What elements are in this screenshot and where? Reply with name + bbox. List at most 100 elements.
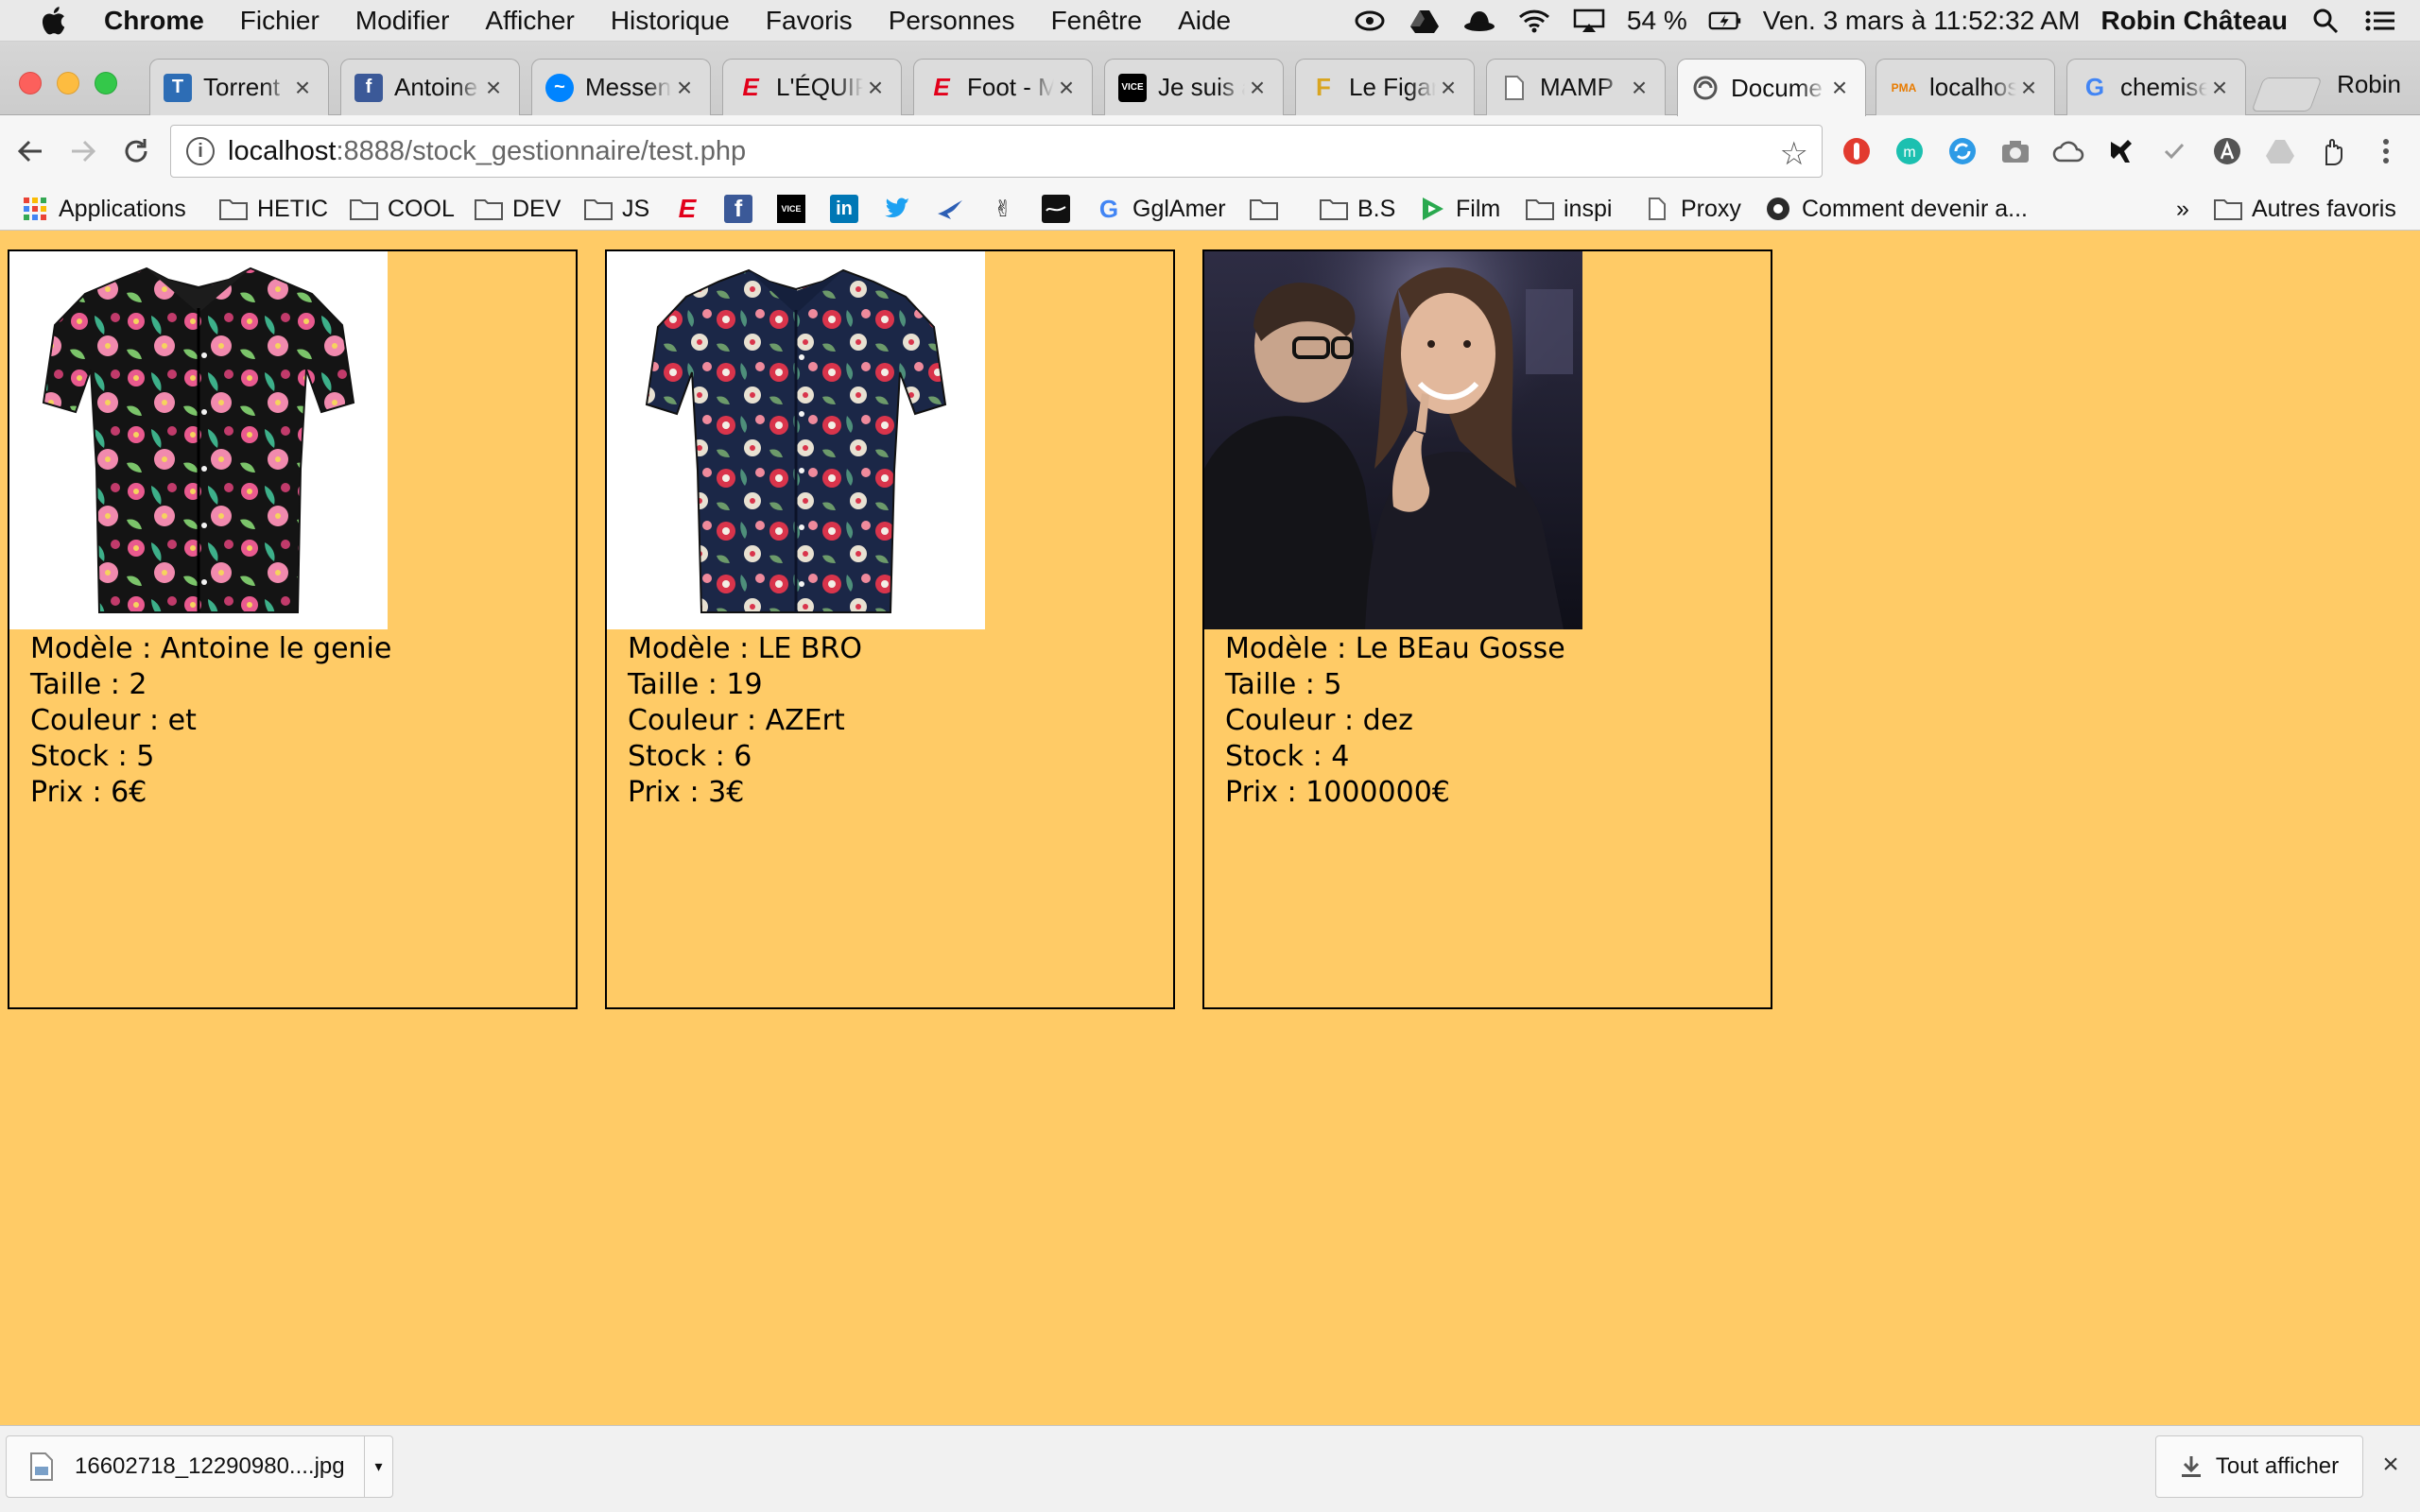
bookmark-dark-square[interactable] xyxy=(1042,193,1080,225)
product-image-navy-floral-shirt xyxy=(607,251,985,629)
bookmark-folder-dev[interactable]: DEV xyxy=(475,193,561,225)
download-item[interactable]: 16602718_12290980....jpg ▾ xyxy=(6,1435,393,1498)
camera-icon[interactable] xyxy=(1998,134,2032,168)
menu-afficher[interactable]: Afficher xyxy=(485,6,574,36)
user-name[interactable]: Robin Château xyxy=(2100,6,2288,36)
bookmark-proxy[interactable]: Proxy xyxy=(1643,193,1741,225)
menu-app-name[interactable]: Chrome xyxy=(104,6,204,36)
bookmark-label: Film xyxy=(1456,195,1501,222)
tab-close-icon[interactable]: × xyxy=(2016,73,2041,103)
menu-modifier[interactable]: Modifier xyxy=(355,6,450,36)
product-modele: Modèle : Le BEau Gosse xyxy=(1225,632,1565,665)
profile-button[interactable]: Robin xyxy=(2337,70,2401,99)
menu-fichier[interactable]: Fichier xyxy=(240,6,320,36)
sync-extension-icon[interactable] xyxy=(1945,134,1979,168)
bookmark-film[interactable]: Film xyxy=(1418,193,1500,225)
close-download-shelf-icon[interactable]: × xyxy=(2377,1451,2405,1479)
bookmark-twitter[interactable] xyxy=(883,193,921,225)
battery-charging-icon[interactable] xyxy=(1708,7,1742,35)
bookmark-linkedin[interactable]: in xyxy=(830,193,868,225)
tab-close-icon[interactable]: × xyxy=(481,73,506,103)
cloud-icon[interactable] xyxy=(2051,134,2085,168)
check-icon[interactable] xyxy=(2157,134,2191,168)
a-circle-icon[interactable] xyxy=(2210,134,2244,168)
bookmark-folder-js[interactable]: JS xyxy=(584,193,649,225)
product-stock: Stock : 5 xyxy=(30,740,155,773)
tab-close-icon[interactable]: × xyxy=(1436,73,1461,103)
download-menu-chevron-icon[interactable]: ▾ xyxy=(364,1436,392,1497)
tab-figaro[interactable]: F Le Figaro × xyxy=(1295,59,1475,115)
bookmark-lequipe[interactable]: E xyxy=(673,193,711,225)
address-bar[interactable]: i localhost:8888/stock_gestionnaire/test… xyxy=(170,125,1823,178)
window-zoom-button[interactable] xyxy=(95,72,117,94)
bookmark-comment-devenir[interactable]: Comment devenir a... xyxy=(1764,193,2028,225)
ninja-extension-icon[interactable] xyxy=(2104,134,2138,168)
reload-button[interactable] xyxy=(117,132,155,170)
play-icon xyxy=(1418,195,1446,223)
bookmark-other-favorites[interactable]: Autres favoris xyxy=(2214,193,2396,225)
creative-cloud-icon[interactable] xyxy=(1353,7,1387,35)
tab-close-icon[interactable]: × xyxy=(863,73,888,103)
airplay-icon[interactable] xyxy=(1572,7,1606,35)
tab-close-icon[interactable]: × xyxy=(1054,73,1079,103)
bookmark-peace[interactable]: ✌ xyxy=(989,193,1027,225)
adblock-icon[interactable] xyxy=(1840,134,1874,168)
wifi-icon[interactable] xyxy=(1517,7,1551,35)
clock[interactable]: Ven. 3 mars à 11:52:32 AM xyxy=(1763,6,2081,36)
tab-lequipe[interactable]: E L'ÉQUIPE × xyxy=(722,59,902,115)
tab-messenger[interactable]: ~ Messenger × xyxy=(531,59,711,115)
bookmark-applications[interactable]: Applications xyxy=(21,193,186,225)
window-minimize-button[interactable] xyxy=(57,72,79,94)
bookmark-folder-cool[interactable]: COOL xyxy=(350,193,455,225)
google-drive-icon[interactable] xyxy=(1408,7,1442,35)
forward-button[interactable] xyxy=(64,132,102,170)
bookmark-facebook[interactable]: f xyxy=(724,193,762,225)
tab-document-active[interactable]: Docume × xyxy=(1677,59,1866,116)
lequipe-icon: E xyxy=(742,73,759,101)
bookmark-folder-unnamed[interactable] xyxy=(1250,193,1288,225)
tab-close-icon[interactable]: × xyxy=(1627,73,1651,103)
show-all-downloads-button[interactable]: Tout afficher xyxy=(2155,1435,2363,1498)
menu-personnes[interactable]: Personnes xyxy=(889,6,1015,36)
site-info-icon[interactable]: i xyxy=(186,137,215,165)
tab-foot[interactable]: E Foot - M × xyxy=(913,59,1093,115)
apple-icon[interactable] xyxy=(38,4,72,38)
chrome-menu-icon[interactable] xyxy=(2369,134,2403,168)
back-button[interactable] xyxy=(11,132,49,170)
bookmark-vice[interactable]: VICE xyxy=(777,193,815,225)
tab-vice[interactable]: VICE Je suis a × xyxy=(1104,59,1284,115)
bookmark-star-icon[interactable]: ☆ xyxy=(1780,135,1808,173)
drive-extension-icon[interactable] xyxy=(2263,134,2297,168)
bookmark-folder-hetic[interactable]: HETIC xyxy=(219,193,328,225)
hat-icon[interactable] xyxy=(1462,7,1496,35)
notification-center-icon[interactable] xyxy=(2363,7,2397,35)
window-close-button[interactable] xyxy=(19,72,42,94)
bookmark-gglamer[interactable]: G GglAmer xyxy=(1095,193,1226,225)
messenger-icon: ~ xyxy=(545,73,574,102)
tab-close-icon[interactable]: × xyxy=(2207,73,2232,103)
battery-percent[interactable]: 54 % xyxy=(1627,6,1687,36)
bookmark-folder-bs[interactable]: B.S xyxy=(1320,193,1395,225)
bookmark-bird[interactable] xyxy=(936,193,974,225)
new-tab-button[interactable] xyxy=(2251,77,2323,112)
menu-favoris[interactable]: Favoris xyxy=(766,6,853,36)
spotlight-search-icon[interactable] xyxy=(2308,7,2342,35)
tab-close-icon[interactable]: × xyxy=(1827,73,1852,103)
tab-close-icon[interactable]: × xyxy=(672,73,697,103)
tab-mamp[interactable]: MAMP × xyxy=(1486,59,1666,115)
tab-close-icon[interactable]: × xyxy=(290,73,315,103)
tab-chemise[interactable]: G chemise × xyxy=(2066,59,2246,115)
hand-extension-icon[interactable] xyxy=(2316,134,2350,168)
tab-close-icon[interactable]: × xyxy=(1245,73,1270,103)
extension-m-icon[interactable]: m xyxy=(1893,134,1927,168)
macos-menu-bar: Chrome Fichier Modifier Afficher Histori… xyxy=(0,0,2420,42)
tab-localhost[interactable]: PMA localhos × xyxy=(1876,59,2055,115)
page-content: Modèle : Antoine le genie Taille : 2 Cou… xyxy=(0,231,2420,1425)
bookmarks-overflow-chevron[interactable]: » xyxy=(2176,193,2189,225)
menu-aide[interactable]: Aide xyxy=(1178,6,1231,36)
bookmark-folder-inspi[interactable]: inspi xyxy=(1526,193,1612,225)
menu-fenetre[interactable]: Fenêtre xyxy=(1051,6,1143,36)
tab-torrent[interactable]: T Torrent × xyxy=(149,59,329,115)
menu-historique[interactable]: Historique xyxy=(611,6,730,36)
tab-facebook[interactable]: f Antoine × xyxy=(340,59,520,115)
